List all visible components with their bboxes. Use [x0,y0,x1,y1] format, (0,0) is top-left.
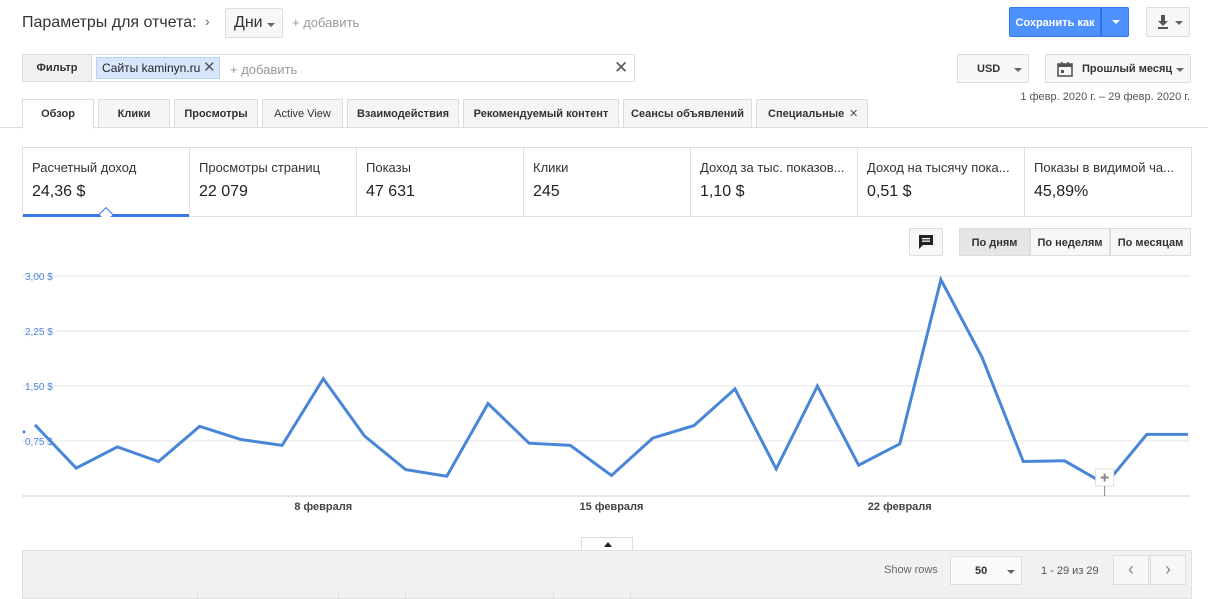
remove-filter-icon[interactable]: ✕ [203,58,216,76]
caret-up-icon [604,542,612,547]
download-icon [1158,15,1168,29]
prev-page-button[interactable]: ‹ [1113,555,1149,585]
metric-value: 22 079 [199,183,248,200]
chevron-right-icon: › [1165,559,1171,579]
show-rows-label: Show rows [884,564,938,576]
chevron-right-icon: › [205,13,210,29]
save-as-button[interactable]: Сохранить как [1009,7,1101,37]
save-options-button[interactable] [1101,7,1129,37]
x-tick-label: 22 февраля [868,501,932,513]
metric-value: 24,36 $ [32,183,86,200]
calendar-icon [1057,62,1073,77]
metric-name: Доход за тыс. показов... [700,160,845,175]
x-tick-label: 15 февраля [580,501,644,513]
pagination-range: 1 - 29 из 29 [1041,565,1099,577]
table-column-divider [630,592,631,599]
tab-custom-label: Специальные [768,108,845,120]
tab-overview[interactable]: Обзор [22,99,94,129]
granularity-days-button[interactable]: По дням [959,228,1030,256]
tab-active-view[interactable]: Active View [262,99,343,128]
currency-label: USD [977,63,1001,75]
clear-filters-icon[interactable]: ✕ [614,58,628,78]
dimension-label: Дни [234,14,263,31]
metric-name: Доход на тысячу пока... [867,160,1010,175]
metric-card[interactable]: Показы в видимой ча... 45,89% [1025,148,1191,216]
filter-chip[interactable]: Сайты kaminyn.ru [96,57,220,79]
date-range-text: 1 февр. 2020 г. – 29 февр. 2020 г. [1020,91,1190,103]
chevron-down-icon [1176,68,1184,72]
table-column-divider [553,592,554,599]
chevron-down-icon [1112,20,1120,24]
metric-name: Расчетный доход [32,160,137,175]
rows-per-page-value: 50 [975,565,988,577]
date-range-select[interactable]: Прошлый месяц [1045,54,1191,83]
add-filter-link[interactable]: + добавить [230,62,297,77]
tab-ad-sessions[interactable]: Сеансы объявлений [623,99,752,128]
metric-card[interactable]: Расчетный доход 24,36 $ [23,148,190,216]
series-line [33,275,1188,487]
filter-chip-label: Сайты kaminyn.ru [102,61,201,75]
annotations-button[interactable] [909,228,943,256]
metric-value: 245 [533,183,560,200]
metric-card[interactable]: Просмотры страниц 22 079 [190,148,357,216]
metric-card[interactable]: Доход за тыс. показов... 1,10 $ [691,148,858,216]
metric-value: 47 631 [366,183,415,200]
chevron-down-icon [267,23,275,27]
chevron-left-icon: ‹ [1128,559,1134,579]
metric-name: Показы [366,160,411,175]
table-column-divider [338,592,339,599]
chevron-down-icon [1175,21,1183,25]
granularity-months-button[interactable]: По месяцам [1110,228,1191,256]
tab-views[interactable]: Просмотры [174,99,258,128]
metric-name: Просмотры страниц [199,160,321,175]
metric-card[interactable]: Клики 245 [524,148,691,216]
chevron-down-icon [1007,570,1015,574]
metric-name: Клики [533,160,569,175]
rows-per-page-select[interactable]: 50 [950,556,1022,585]
chevron-down-icon [1014,68,1022,72]
metric-value: 0,51 $ [867,183,912,200]
y-tick-label: 1,50 $ [25,382,53,393]
metric-value: 45,89% [1034,183,1089,200]
tab-custom[interactable]: Специальные ✕ [756,99,868,128]
granularity-weeks-button[interactable]: По неделям [1030,228,1110,256]
metric-card[interactable]: Доход на тысячу пока... 0,51 $ [858,148,1025,216]
tab-recommended-content[interactable]: Рекомендуемый контент [463,99,619,128]
y-tick-label: 2,25 $ [25,327,53,338]
tab-clicks[interactable]: Клики [98,99,170,128]
close-icon[interactable]: ✕ [849,107,858,120]
metric-name: Показы в видимой ча... [1034,160,1174,175]
next-page-button[interactable]: › [1150,555,1186,585]
metric-value: 1,10 $ [700,183,745,200]
table-column-divider [197,592,198,599]
dimension-select[interactable]: Дни [225,8,283,38]
download-button[interactable] [1146,7,1190,37]
tab-interactions[interactable]: Взаимодействия [347,99,459,128]
metric-card[interactable]: Показы 47 631 [357,148,524,216]
revenue-line-chart[interactable]: 3,00 $2,25 $1,50 $0,75 $8 февраля 15 февр… [0,260,1208,520]
y-tick-label: 3,00 $ [25,272,53,283]
page-title: Параметры для отчета: [22,14,197,31]
filter-label: Фильтр [23,55,92,81]
x-tick-label: 8 февраля [294,501,352,513]
currency-select[interactable]: USD [957,54,1029,83]
add-dimension-link[interactable]: + добавить [292,15,359,30]
collapse-chart-button[interactable] [581,537,633,551]
table-column-divider [405,592,406,599]
comment-icon [919,235,933,249]
date-range-label: Прошлый месяц [1082,63,1173,75]
series-start-marker [22,430,26,434]
